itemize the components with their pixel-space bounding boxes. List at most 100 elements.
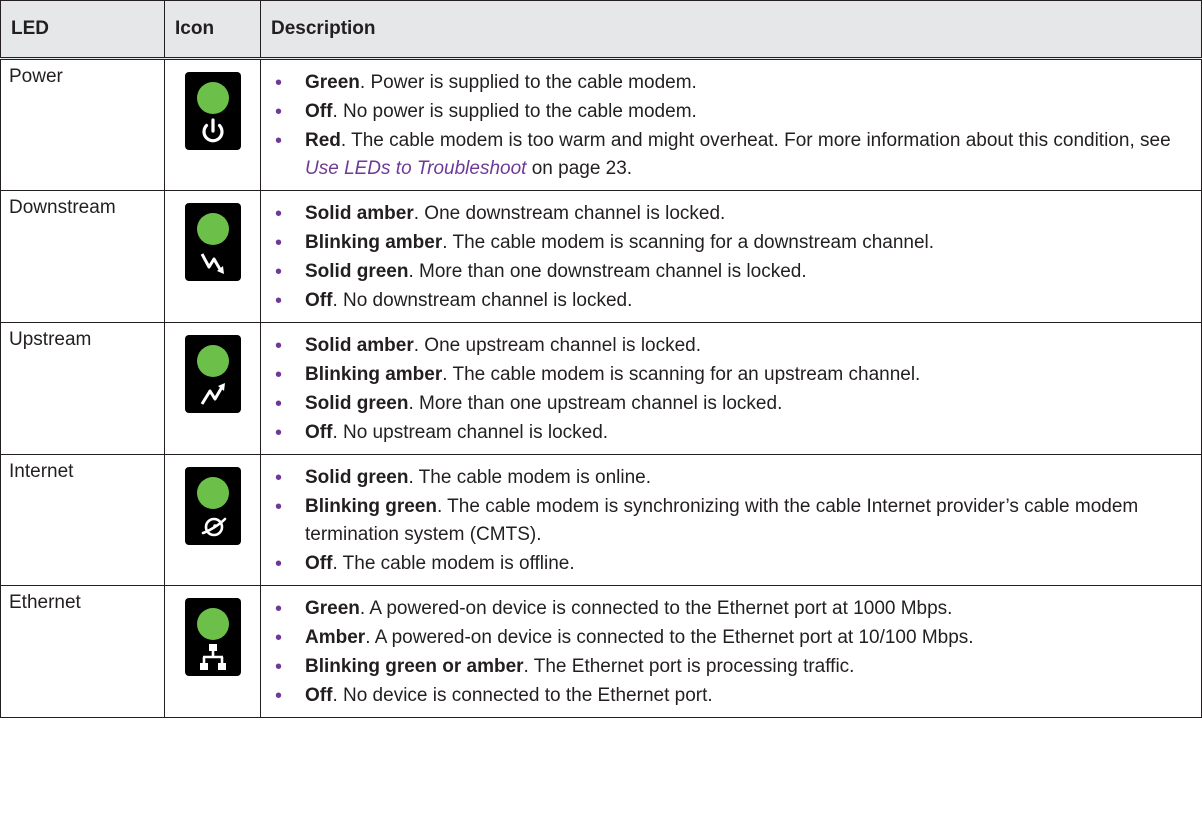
- status-text: . One downstream channel is locked.: [413, 203, 726, 224]
- status-text: . The cable modem is scanning for an ups…: [442, 364, 921, 385]
- status-text-after: on page 23.: [526, 158, 633, 179]
- description-list: Solid amber. One downstream channel is l…: [275, 200, 1191, 315]
- description-cell: Green. Power is supplied to the cable mo…: [260, 58, 1202, 191]
- status-text: . The Ethernet port is processing traffi…: [523, 656, 855, 677]
- table-row: Ethernet Green. A powered-on device is co…: [0, 585, 1202, 718]
- troubleshoot-link[interactable]: Use LEDs to Troubleshoot: [305, 158, 526, 179]
- header-description: Description: [260, 0, 1202, 60]
- header-row: LED Icon Description: [0, 0, 1202, 60]
- upstream-icon: [184, 335, 241, 413]
- status-term: Red: [305, 130, 341, 151]
- list-item: Off. No downstream channel is locked.: [275, 287, 1191, 315]
- list-item: Solid amber. One upstream channel is loc…: [275, 332, 1191, 360]
- icon-cell: [164, 322, 261, 455]
- description-cell: Solid amber. One downstream channel is l…: [260, 190, 1202, 323]
- status-text: . No power is supplied to the cable mode…: [332, 101, 697, 122]
- status-text: . No device is connected to the Ethernet…: [332, 685, 713, 706]
- internet-icon: [184, 467, 241, 545]
- list-item: Off. No power is supplied to the cable m…: [275, 98, 1191, 126]
- icon-cell: [164, 454, 261, 586]
- status-text: . No upstream channel is locked.: [332, 422, 609, 443]
- ethernet-icon: [184, 598, 241, 676]
- list-item: Blinking green or amber. The Ethernet po…: [275, 653, 1191, 681]
- list-item: Off. No upstream channel is locked.: [275, 419, 1191, 447]
- description-cell: Solid amber. One upstream channel is loc…: [260, 322, 1202, 455]
- status-term: Green: [305, 598, 360, 619]
- table-row: Downstream Solid amber. One downstream ch…: [0, 190, 1202, 323]
- status-term: Solid amber: [305, 335, 414, 356]
- list-item: Blinking green. The cable modem is synch…: [275, 493, 1191, 549]
- description-list: Solid green. The cable modem is online.B…: [275, 464, 1191, 578]
- icon-cell: [164, 190, 261, 323]
- status-text: . One upstream channel is locked.: [413, 335, 702, 356]
- status-term: Off: [305, 553, 333, 574]
- status-term: Blinking green: [305, 496, 437, 517]
- status-term: Amber: [305, 627, 366, 648]
- status-text: . More than one downstream channel is lo…: [408, 261, 807, 282]
- header-led: LED: [0, 0, 165, 60]
- status-text: . More than one upstream channel is lock…: [408, 393, 783, 414]
- status-term: Green: [305, 72, 360, 93]
- description-list: Solid amber. One upstream channel is loc…: [275, 332, 1191, 447]
- description-list: Green. Power is supplied to the cable mo…: [275, 69, 1191, 183]
- description-cell: Solid green. The cable modem is online.B…: [260, 454, 1202, 586]
- description-cell: Green. A powered-on device is connected …: [260, 585, 1202, 718]
- description-list: Green. A powered-on device is connected …: [275, 595, 1191, 710]
- internet-icon-glyph: [185, 511, 241, 541]
- icon-cell: [164, 58, 261, 191]
- downstream-icon-glyph: [185, 247, 241, 277]
- led-name: Upstream: [0, 322, 165, 455]
- ethernet-icon-glyph: [185, 642, 241, 672]
- status-text: . The cable modem is scanning for a down…: [442, 232, 935, 253]
- led-name: Ethernet: [0, 585, 165, 718]
- power-icon: [184, 72, 241, 150]
- status-term: Solid green: [305, 261, 409, 282]
- status-term: Off: [305, 101, 333, 122]
- list-item: Solid green. More than one upstream chan…: [275, 390, 1191, 418]
- status-text: . No downstream channel is locked.: [332, 290, 633, 311]
- header-icon: Icon: [164, 0, 261, 60]
- status-text: . A powered-on device is connected to th…: [359, 598, 953, 619]
- led-light-icon: [196, 477, 229, 509]
- status-term: Blinking amber: [305, 232, 443, 253]
- list-item: Solid green. The cable modem is online.: [275, 464, 1191, 492]
- upstream-icon-glyph: [185, 379, 241, 409]
- list-item: Red. The cable modem is too warm and mig…: [275, 127, 1191, 183]
- status-term: Off: [305, 422, 333, 443]
- list-item: Amber. A powered-on device is connected …: [275, 624, 1191, 652]
- status-text: . A powered-on device is connected to th…: [365, 627, 974, 648]
- status-term: Blinking amber: [305, 364, 443, 385]
- table-row: InternetSolid green. The cable modem is …: [0, 454, 1202, 586]
- list-item: Off. The cable modem is offline.: [275, 550, 1191, 578]
- icon-cell: [164, 585, 261, 718]
- list-item: Green. A powered-on device is connected …: [275, 595, 1191, 623]
- downstream-icon: [184, 203, 241, 281]
- list-item: Blinking amber. The cable modem is scann…: [275, 361, 1191, 389]
- led-light-icon: [196, 345, 229, 377]
- status-text: . Power is supplied to the cable modem.: [359, 72, 697, 93]
- status-term: Solid green: [305, 393, 409, 414]
- status-term: Solid green: [305, 467, 409, 488]
- led-light-icon: [196, 608, 229, 640]
- power-icon-glyph: [185, 116, 241, 146]
- led-name: Downstream: [0, 190, 165, 323]
- status-term: Solid amber: [305, 203, 414, 224]
- table-row: Upstream Solid amber. One upstream channe…: [0, 322, 1202, 455]
- status-term: Blinking green or amber: [305, 656, 524, 677]
- list-item: Off. No device is connected to the Ether…: [275, 682, 1191, 710]
- table-body: PowerGreen. Power is supplied to the cab…: [0, 58, 1202, 718]
- led-table: LED Icon Description PowerGreen. Power i…: [0, 0, 1202, 718]
- list-item: Solid amber. One downstream channel is l…: [275, 200, 1191, 228]
- led-name: Power: [0, 58, 165, 191]
- status-text: . The cable modem is offline.: [332, 553, 575, 574]
- table-row: Power Green. Power is supplied to the cab…: [0, 58, 1202, 191]
- list-item: Solid green. More than one downstream ch…: [275, 258, 1191, 286]
- status-term: Off: [305, 685, 333, 706]
- list-item: Blinking amber. The cable modem is scann…: [275, 229, 1191, 257]
- status-text: . The cable modem is online.: [408, 467, 652, 488]
- status-text: . The cable modem is too warm and might …: [340, 130, 1171, 151]
- led-light-icon: [196, 213, 229, 245]
- status-term: Off: [305, 290, 333, 311]
- led-light-icon: [196, 82, 229, 114]
- list-item: Green. Power is supplied to the cable mo…: [275, 69, 1191, 97]
